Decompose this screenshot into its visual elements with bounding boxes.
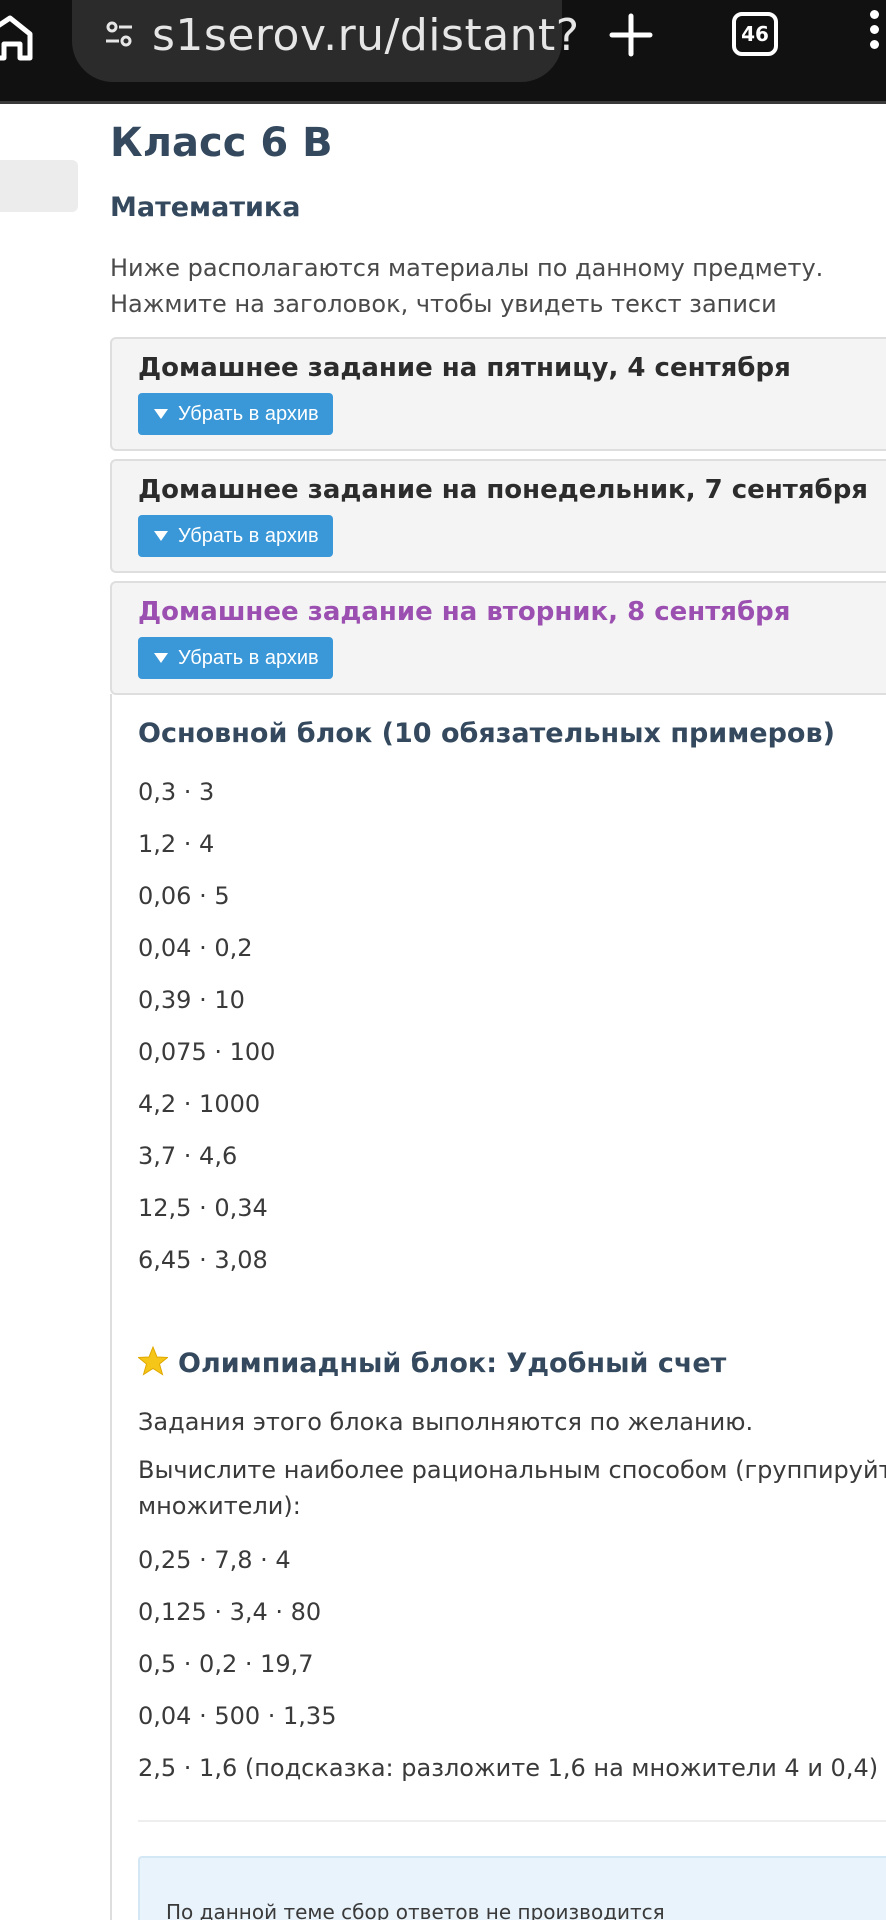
archive-button[interactable]: Убрать в архив [138,515,333,557]
divider [138,1820,886,1822]
exercise-item: 0,3 · 3 [138,778,215,806]
menu-icon[interactable] [870,10,886,60]
archive-button[interactable]: Убрать в архив [138,393,333,435]
exercise-item: 2,5 · 1,6 (подсказка: разложите 1,6 на м… [138,1754,879,1782]
exercise-item: 0,125 · 3,4 · 80 [138,1598,322,1626]
olympiad-block-title: Олимпиадный блок: Удобный счет [138,1346,726,1379]
sidebar-block [0,160,78,212]
intro-text: Ниже располагаются материалы по данному … [110,254,824,318]
exercise-item: 1,2 · 4 [138,830,215,858]
entry-panel-2[interactable]: Домашнее задание на понедельник, 7 сентя… [110,459,886,573]
entry-panel-3[interactable]: Домашнее задание на вторник, 8 сентября … [110,581,886,695]
triangle-down-icon [154,409,168,419]
exercise-item: 3,7 · 4,6 [138,1142,238,1170]
exercise-item: 6,45 · 3,08 [138,1246,268,1274]
tab-switcher-button[interactable]: 46 [732,12,778,56]
exercise-item: 0,04 · 500 · 1,35 [138,1702,337,1730]
notice-text: По данной теме сбор ответов не производи… [166,1900,665,1920]
triangle-down-icon [154,653,168,663]
exercise-item: 4,2 · 1000 [138,1090,261,1118]
browser-toolbar: s1serov.ru/distant? 46 [0,0,886,104]
entry-title[interactable]: Домашнее задание на пятницу, 4 сентября [138,353,791,383]
optional-note: Задания этого блока выполняются по желан… [138,1408,754,1436]
main-block-title: Основной блок (10 обязательных примеров) [138,718,835,749]
exercise-item: 12,5 · 0,34 [138,1194,268,1222]
new-tab-icon[interactable] [608,12,654,58]
entry-title[interactable]: Домашнее задание на понедельник, 7 сентя… [138,475,868,505]
exercise-item: 0,06 · 5 [138,882,230,910]
entry-panel-1[interactable]: Домашнее задание на пятницу, 4 сентября … [110,337,886,451]
archive-button-label: Убрать в архив [178,403,319,425]
home-icon[interactable] [0,12,36,62]
notice-box: По данной теме сбор ответов не производи… [138,1856,886,1920]
olympiad-title-text: Олимпиадный блок: Удобный счет [178,1348,727,1379]
site-settings-icon[interactable] [106,20,132,48]
url-text[interactable]: s1serov.ru/distant? [152,10,580,61]
archive-button[interactable]: Убрать в архив [138,637,333,679]
page-title: Класс 6 В [110,120,333,166]
address-bar[interactable]: s1serov.ru/distant? [72,0,579,82]
exercise-item: 0,075 · 100 [138,1038,276,1066]
entry-title-active[interactable]: Домашнее задание на вторник, 8 сентября [138,597,790,627]
exercise-item: 0,25 · 7,8 · 4 [138,1546,291,1574]
archive-button-label: Убрать в архив [178,647,319,669]
exercise-item: 0,39 · 10 [138,986,245,1014]
exercise-item: 0,5 · 0,2 · 19,7 [138,1650,314,1678]
triangle-down-icon [154,531,168,541]
entry-content: Основной блок (10 обязательных примеров)… [110,694,886,1920]
star-icon [138,1346,168,1376]
exercise-item: 0,04 · 0,2 [138,934,253,962]
archive-button-label: Убрать в архив [178,525,319,547]
instruction-text: Вычислите наиболее рациональным способом… [138,1456,886,1520]
subject-title: Математика [110,192,301,223]
